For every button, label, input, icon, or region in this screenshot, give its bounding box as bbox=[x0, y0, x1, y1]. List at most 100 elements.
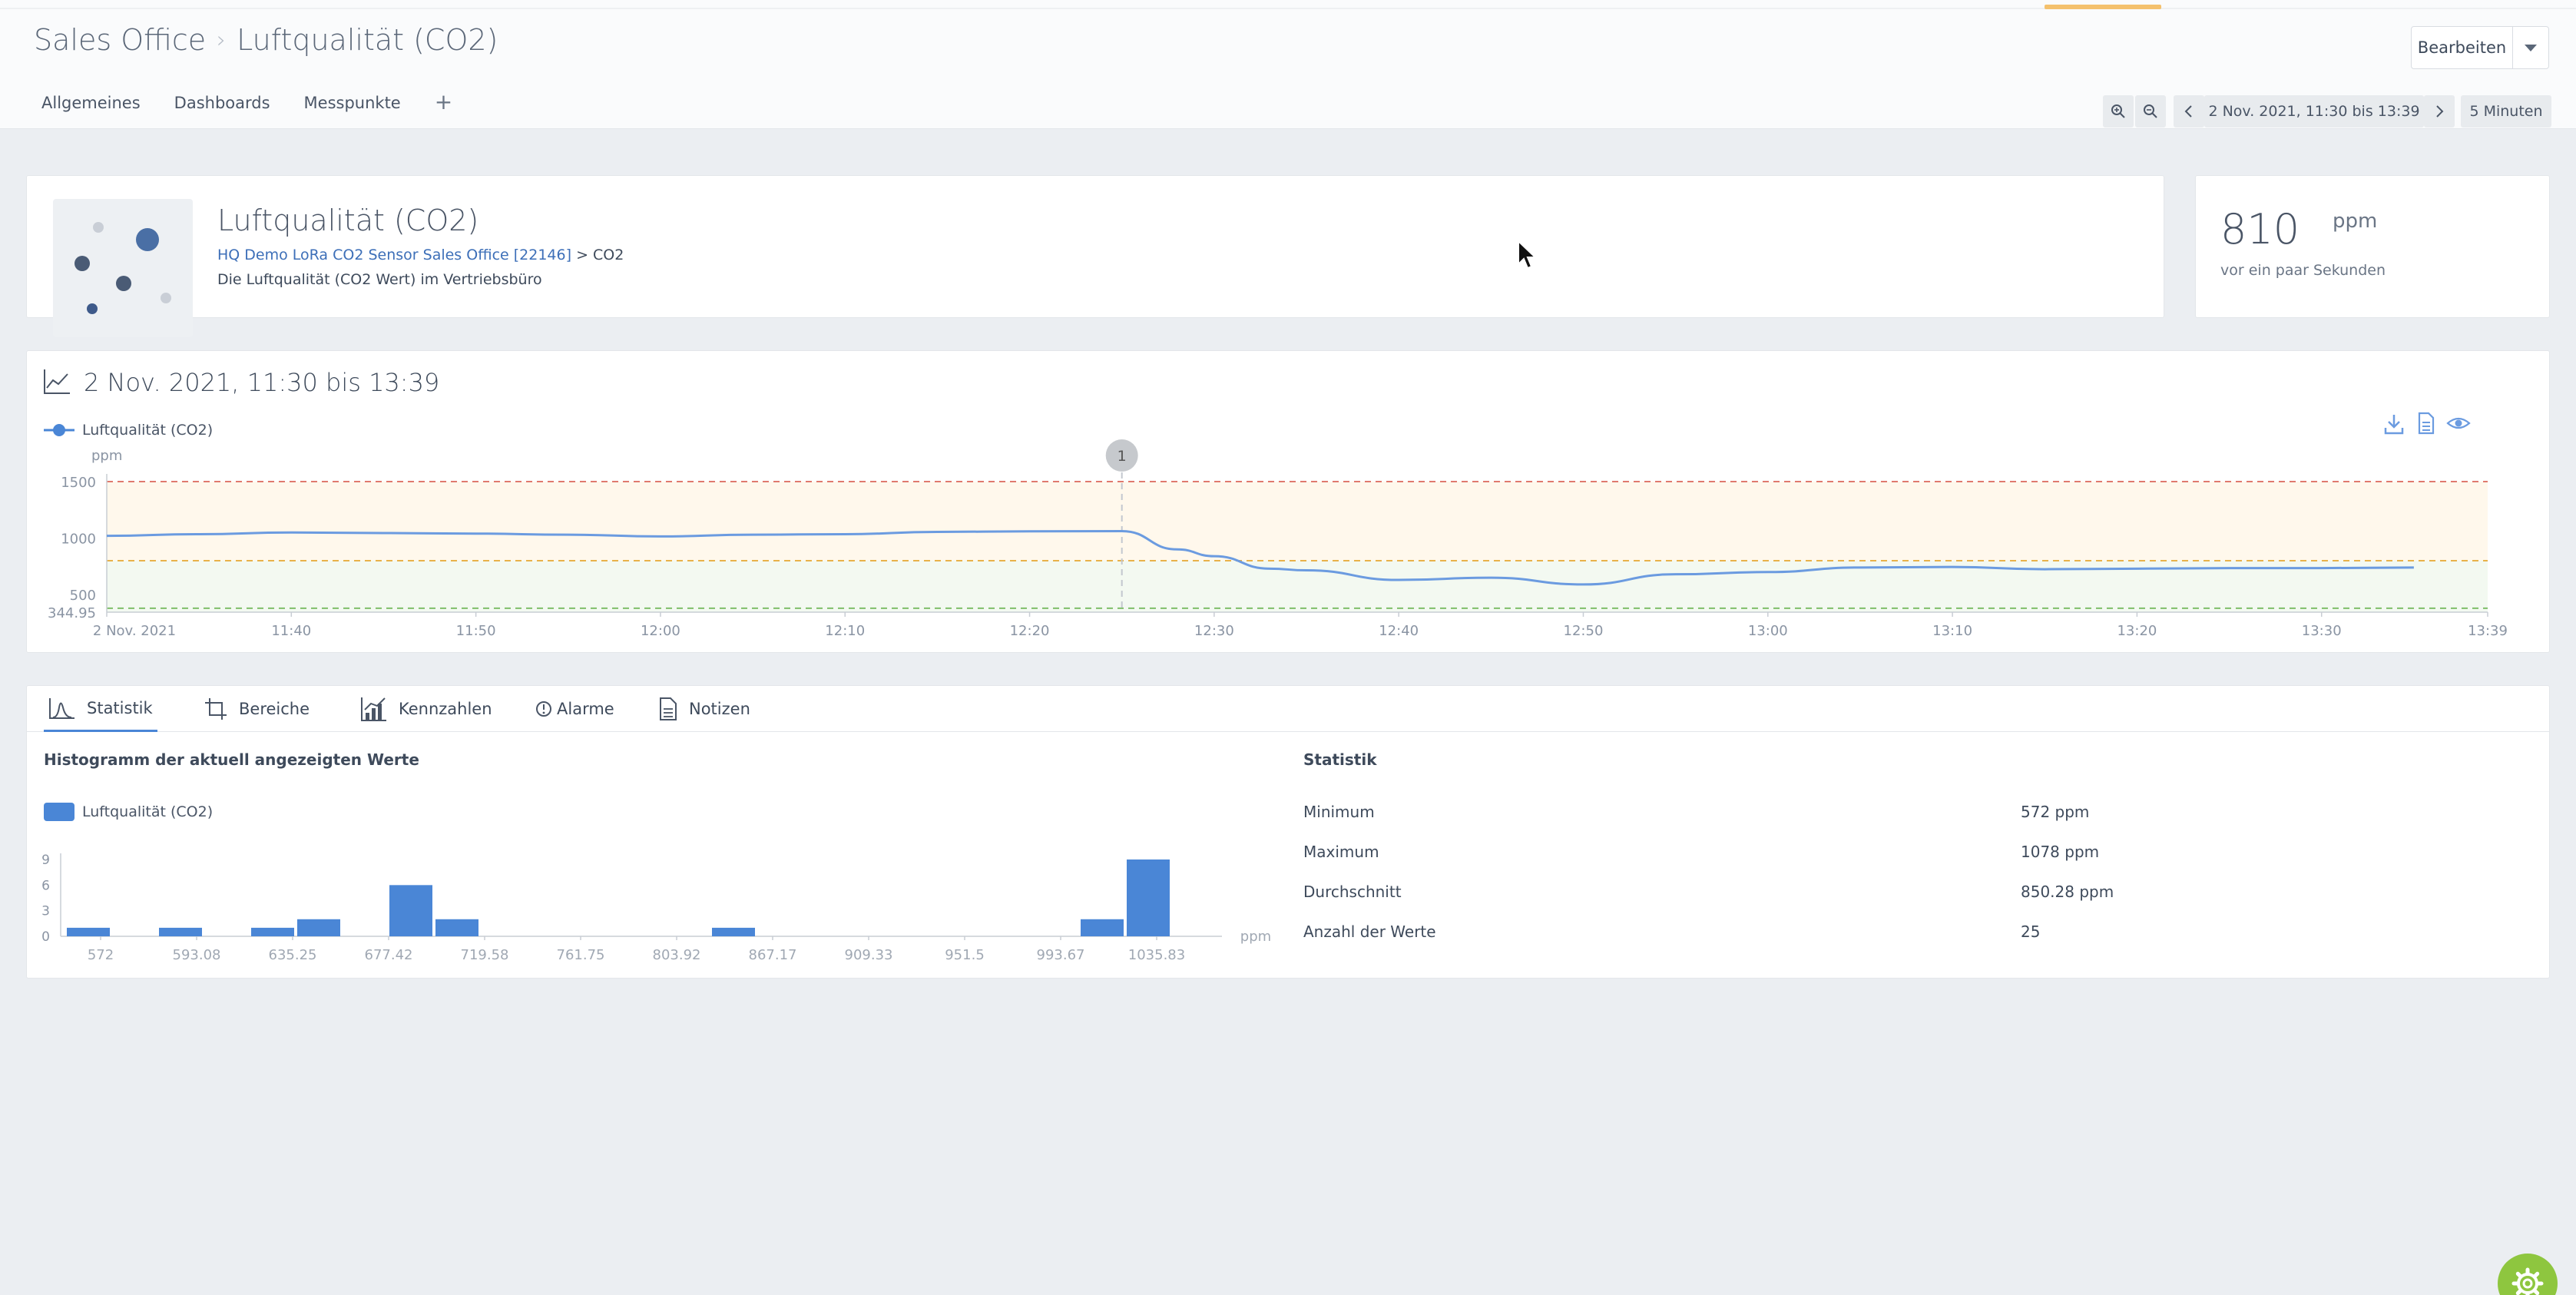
thumb-dot bbox=[136, 228, 159, 251]
x-tick-label: 12:20 bbox=[1010, 623, 1050, 639]
x-tick-label: 12:40 bbox=[1379, 623, 1419, 639]
y-tick-label: 3 bbox=[41, 904, 50, 919]
y-tick-label: 9 bbox=[41, 853, 50, 868]
channel-name: CO2 bbox=[593, 247, 624, 263]
add-tab-button[interactable]: + bbox=[435, 89, 452, 114]
breadcrumb-parent[interactable]: Sales Office bbox=[34, 23, 206, 57]
breadcrumb: Sales Office › Luftqualität (CO2) bbox=[34, 23, 498, 57]
x-tick-label: 12:30 bbox=[1194, 623, 1234, 639]
x-tick-label: 993.67 bbox=[1037, 947, 1085, 963]
previous-range-button[interactable] bbox=[2174, 95, 2204, 128]
y-tick-label: 344.95 bbox=[48, 605, 96, 621]
zoom-in-icon bbox=[2111, 104, 2125, 118]
stat-value-minimum: 572 ppm bbox=[2021, 803, 2090, 821]
loading-indicator bbox=[2045, 5, 2161, 9]
histogram-bar bbox=[435, 919, 478, 936]
annotation-marker-label: 1 bbox=[1117, 448, 1127, 465]
edit-button[interactable]: Bearbeiten bbox=[2412, 27, 2513, 68]
statistics-title: Statistik bbox=[1303, 750, 1377, 769]
x-tick-label: 11:40 bbox=[271, 623, 311, 639]
gear-icon bbox=[2511, 1267, 2544, 1295]
time-range-label[interactable]: 2 Nov. 2021, 11:30 bis 13:39 bbox=[2204, 95, 2424, 128]
breadcrumb-current: Luftqualität (CO2) bbox=[237, 23, 498, 57]
x-tick-label: 13:20 bbox=[2117, 623, 2157, 639]
histogram-bar bbox=[67, 927, 110, 936]
current-value-unit: ppm bbox=[2333, 210, 2378, 233]
x-tick-label: 761.75 bbox=[557, 947, 605, 963]
thumb-dot bbox=[93, 222, 104, 233]
x-tick-label: 13:39 bbox=[2468, 623, 2508, 639]
x-tick-label: 867.17 bbox=[749, 947, 797, 963]
x-tick-label: 12:10 bbox=[825, 623, 865, 639]
datasource-description: Die Luftqualität (CO2 Wert) im Vertriebs… bbox=[217, 271, 542, 288]
settings-button[interactable] bbox=[2498, 1254, 2558, 1295]
x-tick-label: 12:50 bbox=[1564, 623, 1604, 639]
scatter-thumbnail-icon bbox=[53, 199, 193, 337]
tab-messpunkte[interactable]: Messpunkte bbox=[304, 94, 401, 114]
thumb-dot bbox=[161, 293, 171, 303]
chevron-right-icon bbox=[2436, 105, 2444, 118]
stat-label-average: Durchschnitt bbox=[1303, 883, 1402, 901]
y-tick-label: 1500 bbox=[61, 475, 96, 491]
x-tick-label: 909.33 bbox=[845, 947, 893, 963]
histogram-bar bbox=[251, 927, 294, 936]
y-tick-label: 500 bbox=[70, 588, 96, 604]
nav-tabs: Allgemeines Dashboards Messpunkte + bbox=[41, 89, 452, 114]
current-value-card: 810 ppm vor ein paar Sekunden bbox=[2195, 175, 2550, 318]
stat-label-count: Anzahl der Werte bbox=[1303, 922, 1436, 941]
histogram-bar bbox=[159, 927, 202, 936]
x-axis-unit: ppm bbox=[1240, 929, 1271, 945]
sensor-link[interactable]: HQ Demo LoRa CO2 Sensor Sales Office [22… bbox=[217, 247, 571, 263]
interval-selector[interactable]: 5 Minuten bbox=[2461, 95, 2551, 128]
next-range-button[interactable] bbox=[2424, 95, 2455, 128]
edit-dropdown-toggle[interactable] bbox=[2513, 27, 2548, 68]
thumb-dot bbox=[116, 276, 131, 291]
zoom-in-button[interactable] bbox=[2103, 95, 2134, 128]
stat-label-minimum: Minimum bbox=[1303, 803, 1375, 821]
line-chart-card: 2 Nov. 2021, 11:30 bis 13:39 Luftqualitä… bbox=[26, 350, 2550, 653]
thumb-dot bbox=[87, 303, 98, 314]
histogram-bar bbox=[297, 919, 340, 936]
histogram-svg[interactable]: 9 6 3 0 572 593.08 635.25 677.42 719.58 761.75 803… bbox=[27, 686, 1302, 979]
tab-allgemeines[interactable]: Allgemeines bbox=[41, 94, 141, 114]
x-tick-label: 951.5 bbox=[945, 947, 985, 963]
histogram-bar bbox=[389, 885, 432, 936]
datasource-path: HQ Demo LoRa CO2 Sensor Sales Office [22… bbox=[217, 247, 624, 263]
caret-down-icon bbox=[2525, 44, 2537, 51]
x-tick-label: 803.92 bbox=[653, 947, 701, 963]
x-tick-label: 13:10 bbox=[1932, 623, 1972, 639]
chevron-left-icon bbox=[2184, 105, 2192, 118]
y-tick-label: 6 bbox=[41, 878, 50, 893]
zoom-out-button[interactable] bbox=[2135, 95, 2166, 128]
y-tick-label: 0 bbox=[41, 929, 50, 945]
x-tick-label: 593.08 bbox=[173, 947, 221, 963]
datasource-title: Luftqualität (CO2) bbox=[217, 204, 479, 237]
stat-value-count: 25 bbox=[2021, 922, 2041, 941]
x-tick-label: 13:00 bbox=[1748, 623, 1788, 639]
x-tick-label: 11:50 bbox=[456, 623, 496, 639]
stat-value-average: 850.28 ppm bbox=[2021, 883, 2114, 901]
x-tick-label: 635.25 bbox=[269, 947, 317, 963]
line-chart-svg[interactable]: ppm 1500 1000 500344.95 2 Nov. 2021 11:40 11:5… bbox=[27, 351, 2551, 654]
tab-dashboards[interactable]: Dashboards bbox=[174, 94, 270, 114]
x-tick-label: 13:30 bbox=[2302, 623, 2342, 639]
current-value-time: vor ein paar Sekunden bbox=[2220, 262, 2386, 279]
stat-label-maximum: Maximum bbox=[1303, 843, 1379, 861]
edit-button-group: Bearbeiten bbox=[2411, 26, 2549, 69]
x-tick-label: 572 bbox=[88, 947, 114, 963]
mouse-cursor-icon bbox=[1518, 240, 1537, 270]
x-tick-label: 12:00 bbox=[641, 623, 680, 639]
statistics-card: Statistik Bereiche Kennzahlen Alarme Not… bbox=[26, 685, 2550, 979]
datasource-card: Luftqualität (CO2) HQ Demo LoRa CO2 Sens… bbox=[26, 175, 2164, 337]
histogram-bar bbox=[1081, 919, 1124, 936]
x-tick-label: 2 Nov. 2021 bbox=[93, 623, 176, 639]
stat-value-maximum: 1078 ppm bbox=[2021, 843, 2100, 861]
current-value: 810 bbox=[2220, 205, 2300, 253]
warning-band bbox=[107, 482, 2488, 561]
page-header: Sales Office › Luftqualität (CO2) Allgem… bbox=[0, 0, 2576, 129]
thumb-dot bbox=[74, 256, 90, 271]
top-divider bbox=[0, 8, 2576, 9]
zoom-out-icon bbox=[2144, 104, 2157, 118]
x-tick-label: 677.42 bbox=[365, 947, 413, 963]
y-tick-label: 1000 bbox=[61, 532, 96, 548]
